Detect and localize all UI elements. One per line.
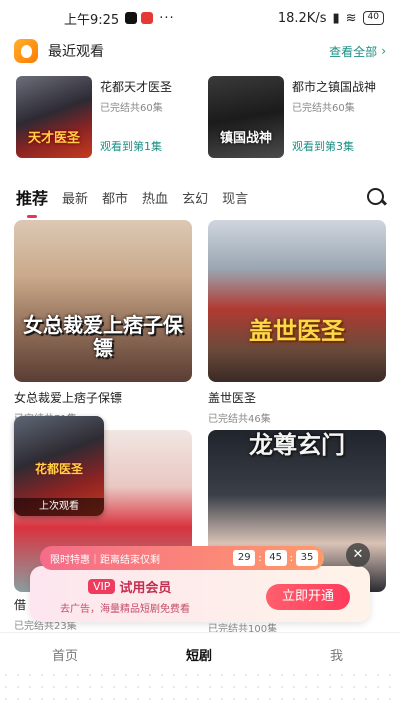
drama-card[interactable]: 盖世医圣 盖世医圣 已完结共46集 (208, 220, 386, 425)
drama-poster: 盖世医圣 (208, 220, 386, 382)
notification-app-icon (125, 12, 138, 24)
drama-title: 女总裁爱上痞子保镖 (14, 391, 123, 405)
vip-promo: 限时特惠｜距离结束仅剩 29: 45: 35 VIP 试用会员 去广告，海量精品… (30, 544, 370, 622)
recent-item-status: 已完结共60集 (100, 103, 163, 114)
category-tabs: 推荐 最新 都市 热血 玄幻 现言 (16, 182, 386, 218)
deal-banner: 限时特惠｜距离结束仅剩 29: 45: 35 (40, 546, 324, 570)
vip-title: 试用会员 (119, 581, 172, 596)
recent-item-title: 都市之镇国战神 (292, 80, 377, 94)
drama-poster: 女总裁爱上痞子保镖 (14, 220, 192, 382)
status-time: 上午9:25 (64, 12, 120, 28)
tab-urban[interactable]: 都市 (102, 188, 128, 207)
tab-action[interactable]: 热血 (142, 188, 168, 207)
drama-title: 盖世医圣 (208, 391, 257, 405)
recent-item-status: 已完结共60集 (292, 103, 355, 114)
signal-icon: ▮ (332, 10, 340, 26)
last-watched-label: 上次观看 (14, 498, 104, 516)
app-logo-icon (14, 39, 38, 63)
status-bar: 上午9:25 ··· 18.2K/s ▮ ≋ 40 (0, 0, 400, 36)
poster-thumbnail: 镇国战神 (208, 76, 284, 158)
recent-item-progress: 观看到第3集 (292, 140, 354, 153)
vip-subtitle: 去广告，海量精品短剧免费看 (60, 604, 190, 615)
search-icon[interactable] (366, 187, 386, 207)
view-all-link[interactable]: 查看全部 › (329, 43, 386, 60)
drama-card[interactable]: 女总裁爱上痞子保镖 女总裁爱上痞子保镖 已完结共71集 (14, 220, 192, 425)
countdown-timer: 29: 45: 35 (233, 550, 318, 566)
close-icon[interactable]: ✕ (346, 543, 370, 567)
recent-item[interactable]: 镇国战神 都市之镇国战神 已完结共60集 观看到第3集 (208, 76, 388, 160)
recent-header: 最近观看 查看全部 › (14, 38, 386, 64)
last-watched-float[interactable]: 花都医圣 上次观看 (14, 416, 104, 516)
nav-home[interactable]: 首页 (52, 645, 78, 664)
more-notifications-icon: ··· (159, 10, 175, 26)
recent-title: 最近观看 (48, 44, 104, 60)
recent-item[interactable]: 天才医圣 花都天才医圣 已完结共60集 观看到第1集 (16, 76, 196, 160)
wifi-icon: ≋ (345, 10, 357, 26)
recent-item-progress: 观看到第1集 (100, 140, 162, 153)
vip-badge: VIP (88, 579, 116, 594)
network-speed: 18.2K/s (277, 10, 327, 26)
open-vip-button[interactable]: 立即开通 (266, 584, 350, 610)
tab-romance[interactable]: 现言 (222, 188, 248, 207)
recent-item-title: 花都天才医圣 (100, 80, 173, 94)
poster-thumbnail: 天才医圣 (16, 76, 92, 158)
bottom-nav: 首页 短剧 我 (0, 632, 400, 711)
drama-status: 已完结共46集 (208, 414, 271, 425)
tab-latest[interactable]: 最新 (62, 188, 88, 207)
notification-app-icon (141, 12, 154, 24)
tab-recommend[interactable]: 推荐 (16, 185, 48, 218)
chevron-right-icon: › (381, 44, 386, 58)
decorative-dots (0, 669, 400, 709)
nav-drama[interactable]: 短剧 (186, 645, 212, 664)
battery-icon: 40 (362, 11, 384, 25)
nav-mine[interactable]: 我 (330, 645, 343, 664)
tab-fantasy[interactable]: 玄幻 (182, 188, 208, 207)
